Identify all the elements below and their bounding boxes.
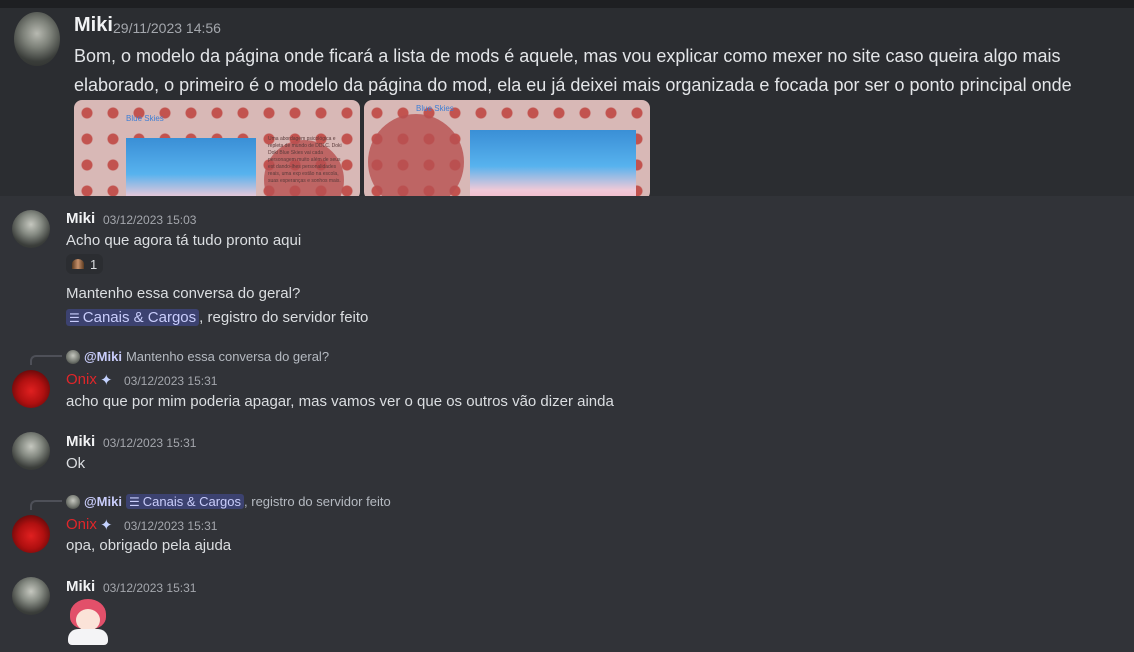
channel-list-icon: ☰ <box>69 311 80 325</box>
reply-avatar <box>66 349 80 364</box>
message-text: opa, obrigado pela ajuda <box>66 537 232 554</box>
author-name[interactable]: Onix <box>66 371 97 388</box>
message-timestamp: 29/11/2023 14:56 <box>113 20 221 36</box>
message-text-suffix: , registro do servidor feito <box>199 309 369 326</box>
sticker-face <box>76 609 100 631</box>
message-timestamp: 03/12/2023 15:31 <box>103 581 197 595</box>
attachment-image[interactable]: Blue Skies Uma abordagem psicológica e r… <box>74 100 360 196</box>
avatar[interactable] <box>12 370 50 408</box>
reply-preview[interactable]: @Miki Mantenho essa conversa do geral? <box>66 349 329 364</box>
reply-author[interactable]: @Miki <box>84 494 122 509</box>
image-banner <box>470 130 636 196</box>
author-name[interactable]: Onix <box>66 516 97 533</box>
reaction-chip[interactable]: 1 <box>66 254 104 274</box>
reply-author[interactable]: @Miki <box>84 349 122 364</box>
author-name[interactable]: Miki <box>74 14 113 37</box>
chat-message: Miki 03/12/2023 15:31 <box>0 569 1134 652</box>
author-name[interactable]: Miki <box>66 578 95 595</box>
chat-message-reply: @Miki Mantenho essa conversa do geral? O… <box>0 346 1134 416</box>
sparkle-icon: ✦ <box>100 517 113 534</box>
channel-mention[interactable]: ☰ Canais & Cargos <box>66 309 200 326</box>
message-timestamp: 03/12/2023 15:31 <box>103 436 197 450</box>
image-character-circle <box>368 114 464 196</box>
avatar[interactable] <box>14 12 60 66</box>
sticker-body <box>68 629 108 645</box>
previous-message-panel: Miki 29/11/2023 14:56 Bom, o modelo da p… <box>0 0 1134 196</box>
avatar[interactable] <box>12 210 50 248</box>
message-text-with-mention: ☰ Canais & Cargos, registro do servidor f… <box>66 309 368 326</box>
sparkle-icon: ✦ <box>100 372 113 389</box>
message-timestamp: 03/12/2023 15:31 <box>124 519 218 533</box>
image-description-text: Uma abordagem psicológica e repleta de m… <box>268 136 342 184</box>
image-site-title: Blue Skies <box>416 104 454 113</box>
channel-list-icon: ☰ <box>128 495 140 509</box>
top-edge-bar <box>0 0 1134 8</box>
chat-message: Miki 03/12/2023 15:31 Ok <box>0 424 1134 480</box>
reply-connector <box>30 355 62 365</box>
emoji-reaction-icon <box>72 259 84 269</box>
channel-mention[interactable]: ☰ Canais & Cargos <box>125 494 245 509</box>
avatar[interactable] <box>12 515 50 553</box>
channel-mention-label: Canais & Cargos <box>82 309 197 326</box>
chat-message-reply: @Miki ☰ Canais & Cargos, registro do serv… <box>0 491 1134 561</box>
reply-text: , registro do servidor feito <box>244 494 391 509</box>
message-text: acho que por mim poderia apagar, mas vam… <box>66 393 614 410</box>
reaction-count: 1 <box>90 256 98 272</box>
avatar[interactable] <box>12 432 50 470</box>
chat-message: Miki 03/12/2023 15:03 Acho que agora tá … <box>0 196 1134 336</box>
message-timestamp: 03/12/2023 15:31 <box>124 374 218 388</box>
image-site-title: Blue Skies <box>126 114 164 123</box>
reply-connector <box>30 500 62 510</box>
reply-avatar <box>66 494 80 509</box>
message-text: Ok <box>66 455 86 472</box>
author-name[interactable]: Miki <box>66 433 95 450</box>
author-name[interactable]: Miki <box>66 210 95 227</box>
message-text: Acho que agora tá tudo pronto aqui <box>66 232 302 249</box>
sticker-image[interactable] <box>66 599 110 645</box>
attachment-image[interactable]: Blue Skies <box>364 100 650 196</box>
message-text: Mantenho essa conversa do geral? <box>66 285 301 302</box>
reply-preview[interactable]: @Miki ☰ Canais & Cargos, registro do serv… <box>66 494 391 509</box>
image-banner <box>126 138 256 196</box>
message-timestamp: 03/12/2023 15:03 <box>103 213 197 227</box>
reply-text: Mantenho essa conversa do geral? <box>125 349 330 364</box>
channel-mention-label: Canais & Cargos <box>142 494 242 509</box>
avatar[interactable] <box>12 577 50 615</box>
